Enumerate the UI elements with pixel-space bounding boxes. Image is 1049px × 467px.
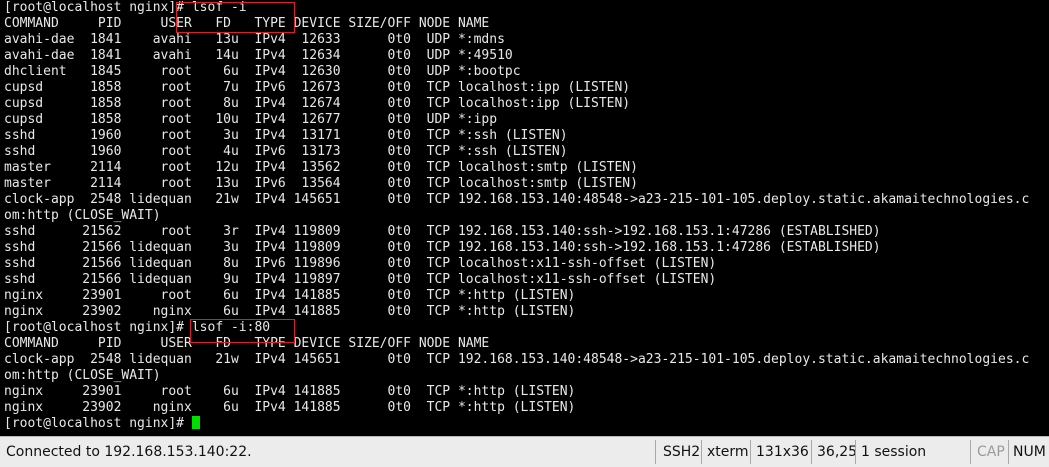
session-count-status: 1 session	[861, 444, 927, 460]
terminal-line: COMMAND PID USER FD TYPE DEVICE SIZE/OFF…	[4, 336, 490, 351]
status-divider	[750, 440, 751, 464]
terminal-line: sshd 21566 lidequan 8u IPv6 119896 0t0 T…	[4, 256, 717, 271]
terminal-line: cupsd 1858 root 10u IPv4 12677 0t0 UDP *…	[4, 112, 498, 127]
terminal-line: sshd 21562 root 3r IPv4 119809 0t0 TCP 1…	[4, 224, 881, 239]
terminal-line: COMMAND PID USER FD TYPE DEVICE SIZE/OFF…	[4, 16, 490, 31]
terminal-line: sshd 21566 lidequan 3u IPv4 119809 0t0 T…	[4, 240, 881, 255]
status-divider	[1008, 440, 1009, 464]
terminal-line: cupsd 1858 root 8u IPv4 12674 0t0 TCP lo…	[4, 96, 631, 111]
terminal-line: clock-app 2548 lidequan 21w IPv4 145651 …	[4, 352, 1030, 367]
terminal-line: master 2114 root 13u IPv6 13564 0t0 TCP …	[4, 176, 638, 191]
terminal-line: clock-app 2548 lidequan 21w IPv4 145651 …	[4, 192, 1030, 207]
terminal-type-status: xterm	[707, 444, 749, 460]
status-divider	[701, 440, 702, 464]
terminal-size-status: 131x36	[756, 444, 809, 460]
terminal-line: dhclient 1845 root 6u IPv4 12630 0t0 UDP…	[4, 64, 521, 79]
connection-status: Connected to 192.168.153.140:22.	[6, 444, 252, 460]
terminal-cursor	[191, 416, 200, 429]
terminal-prompt: [root@localhost nginx]#	[4, 416, 192, 431]
status-bar: Connected to 192.168.153.140:22. SSH2 xt…	[0, 436, 1049, 467]
terminal-line: sshd 21566 lidequan 9u IPv4 119897 0t0 T…	[4, 272, 717, 287]
terminal-line: sshd 1960 root 3u IPv4 13171 0t0 TCP *:s…	[4, 128, 568, 143]
terminal-line: om:http (CLOSE_WAIT)	[4, 208, 161, 223]
status-divider	[811, 440, 812, 464]
status-divider	[855, 440, 856, 464]
status-divider	[970, 440, 971, 464]
terminal-line: nginx 23902 nginx 6u IPv4 141885 0t0 TCP…	[4, 400, 576, 415]
terminal-line: master 2114 root 12u IPv4 13562 0t0 TCP …	[4, 160, 638, 175]
terminal-line: [root@localhost nginx]# lsof -i	[4, 0, 247, 15]
terminal-line: nginx 23901 root 6u IPv4 141885 0t0 TCP …	[4, 384, 576, 399]
terminal-window[interactable]: [root@localhost nginx]# lsof -i COMMAND …	[0, 0, 1049, 436]
caps-lock-indicator: CAP	[977, 444, 1005, 460]
terminal-line: nginx 23902 nginx 6u IPv4 141885 0t0 TCP…	[4, 304, 576, 319]
terminal-line: nginx 23901 root 6u IPv4 141885 0t0 TCP …	[4, 288, 576, 303]
terminal-line: avahi-dae 1841 avahi 13u IPv4 12633 0t0 …	[4, 32, 505, 47]
terminal-line: avahi-dae 1841 avahi 14u IPv4 12634 0t0 …	[4, 48, 513, 63]
cursor-position-status: 36,25	[817, 444, 858, 460]
terminal-line: om:http (CLOSE_WAIT)	[4, 368, 161, 383]
num-lock-indicator: NUM	[1013, 444, 1046, 460]
terminal-prompt-line[interactable]: [root@localhost nginx]#	[0, 416, 1049, 432]
terminal-line: [root@localhost nginx]# lsof -i:80	[4, 320, 271, 335]
status-divider	[655, 440, 656, 464]
terminal-line: cupsd 1858 root 7u IPv6 12673 0t0 TCP lo…	[4, 80, 631, 95]
protocol-status: SSH2	[663, 444, 701, 460]
terminal-line: sshd 1960 root 4u IPv6 13173 0t0 TCP *:s…	[4, 144, 568, 159]
